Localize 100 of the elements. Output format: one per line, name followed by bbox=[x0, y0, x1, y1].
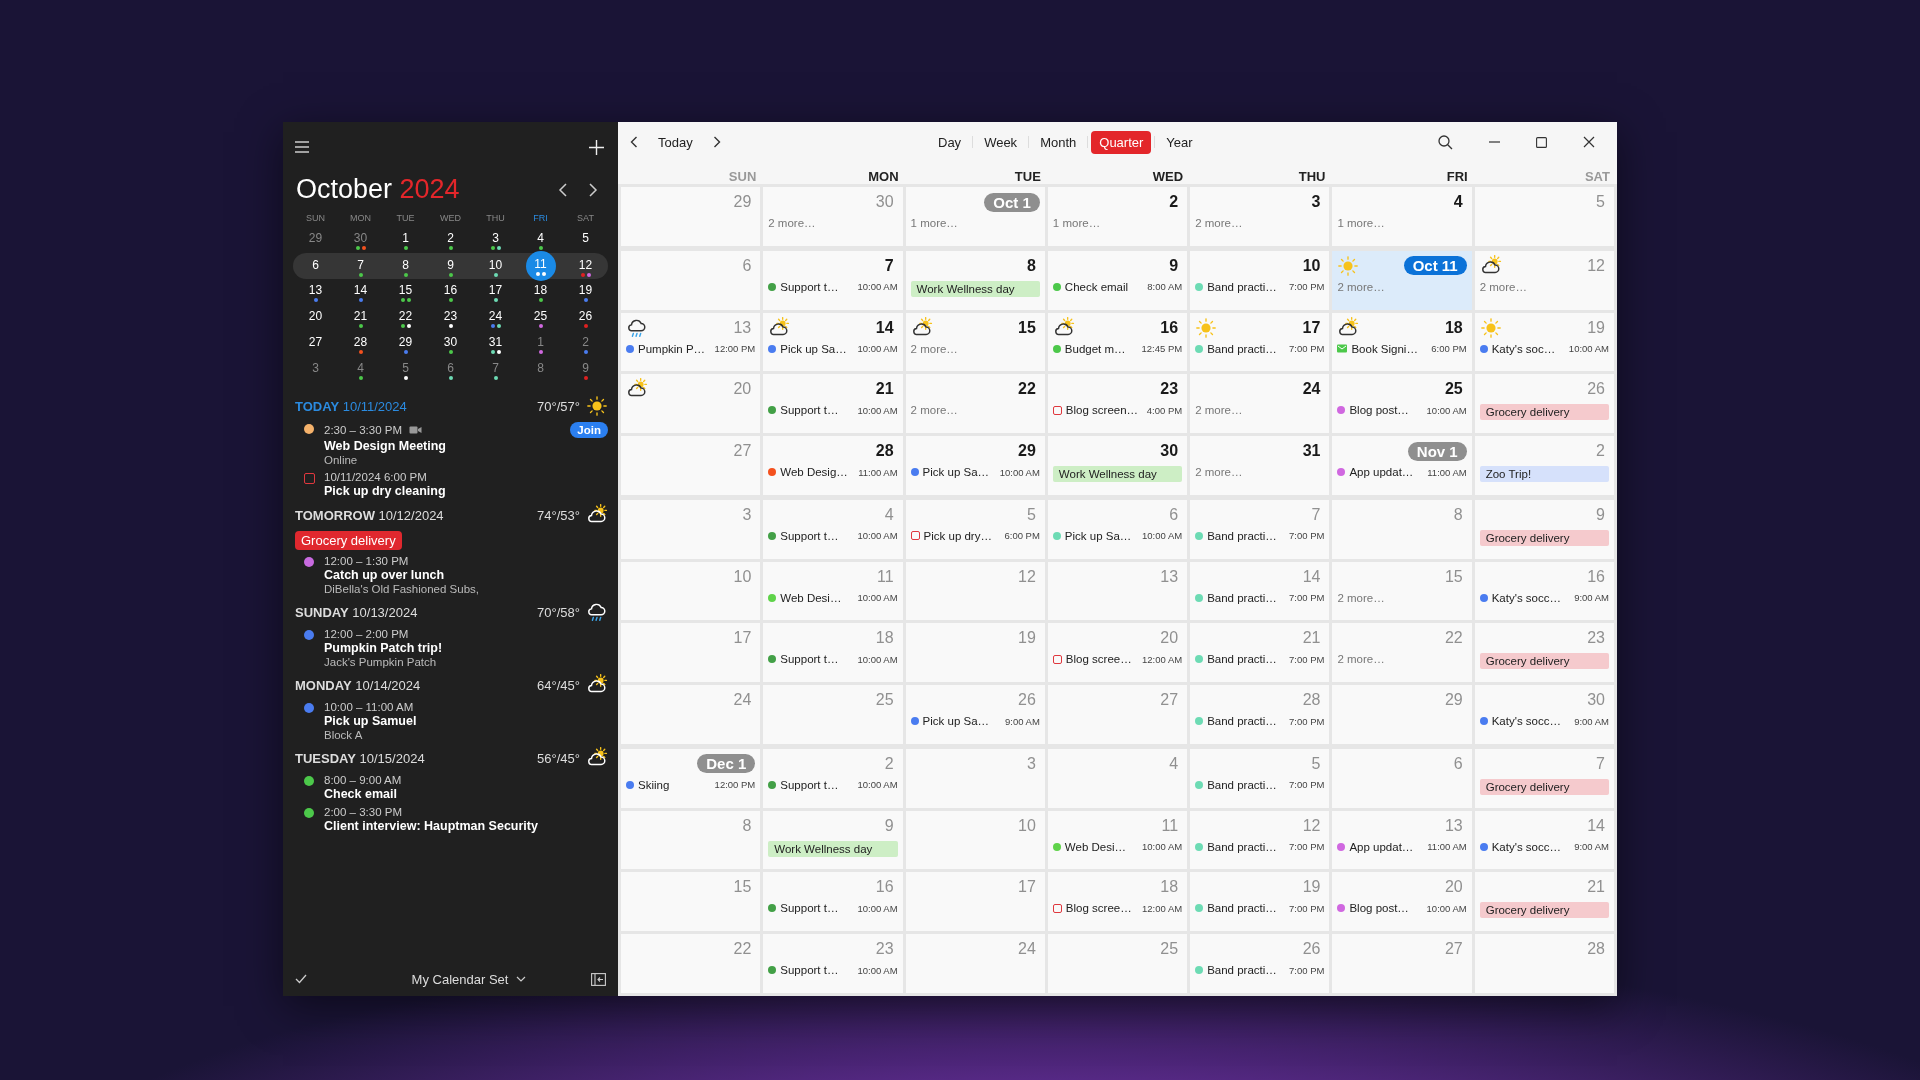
day-cell[interactable]: 2 1 more… bbox=[1047, 187, 1188, 246]
add-icon[interactable] bbox=[589, 139, 604, 155]
event-title[interactable]: Pick up dry cleaning bbox=[324, 484, 608, 498]
day-cell[interactable]: 7 Band practi… 7:00 PM bbox=[1190, 499, 1330, 559]
day-cell[interactable]: 9 Check email 8:00 AM bbox=[1047, 250, 1188, 310]
event-item[interactable]: Band practi… 7:00 PM bbox=[1195, 653, 1325, 666]
mini-calendar-day[interactable]: 5 bbox=[390, 357, 421, 383]
event-item[interactable]: Pick up Sa… 9:00 AM bbox=[910, 715, 1040, 728]
day-cell[interactable]: 21 Support t… 10:00 AM bbox=[763, 374, 903, 434]
mini-calendar-day[interactable]: 10 bbox=[480, 254, 511, 280]
mini-calendar-day[interactable]: 29 bbox=[300, 227, 331, 253]
chevron-right-icon[interactable] bbox=[712, 136, 721, 148]
day-cell[interactable]: 5 Pick up dry… 6:00 PM bbox=[905, 499, 1045, 559]
all-day-event[interactable]: Work Wellness day bbox=[910, 280, 1040, 297]
day-cell[interactable]: 12 2 more… bbox=[1474, 250, 1614, 310]
event-item[interactable]: Support t… 10:00 AM bbox=[768, 529, 898, 542]
day-cell[interactable]: 8 Work Wellness day bbox=[905, 250, 1045, 310]
day-cell[interactable]: Nov 1 App updat… 11:00 AM bbox=[1332, 436, 1472, 495]
day-cell[interactable]: 4 1 more… bbox=[1332, 187, 1472, 246]
event-item[interactable]: Pick up Sa… 10:00 AM bbox=[768, 342, 898, 355]
day-cell[interactable]: Oct 11 2 more… bbox=[1332, 250, 1472, 310]
mini-calendar-day[interactable]: 11 bbox=[525, 251, 556, 281]
mini-calendar-day[interactable]: 3 bbox=[480, 227, 511, 253]
mini-calendar-day[interactable]: 30 bbox=[435, 331, 466, 357]
view-tab[interactable]: Quarter bbox=[1091, 130, 1152, 154]
event-title[interactable]: Check email bbox=[324, 787, 608, 801]
day-cell[interactable]: 23 Blog screen… 4:00 PM bbox=[1047, 374, 1188, 434]
event-item[interactable]: Blog scree… 12:00 AM bbox=[1052, 902, 1183, 915]
all-day-event[interactable]: Grocery delivery bbox=[1479, 902, 1609, 919]
mini-calendar-day[interactable]: 3 bbox=[300, 357, 331, 383]
mini-calendar-day[interactable]: 26 bbox=[570, 305, 601, 331]
mini-calendar-day[interactable]: 31 bbox=[480, 331, 511, 357]
event-item[interactable]: Band practi… 7:00 PM bbox=[1195, 280, 1325, 293]
mini-calendar-day[interactable]: 28 bbox=[345, 331, 376, 357]
mini-calendar-day[interactable]: 29 bbox=[390, 331, 421, 357]
day-cell[interactable]: 18 Blog scree… 12:00 AM bbox=[1047, 872, 1188, 932]
day-cell[interactable]: 18 Book Signi… 6:00 PM bbox=[1332, 312, 1472, 372]
day-cell[interactable]: 16 Support t… 10:00 AM bbox=[763, 872, 903, 932]
day-cell[interactable]: 15 2 more… bbox=[905, 312, 1045, 372]
day-cell[interactable]: 21 Band practi… 7:00 PM bbox=[1190, 623, 1330, 683]
mini-calendar-day[interactable]: 14 bbox=[345, 279, 376, 305]
mini-calendar-day[interactable]: 22 bbox=[390, 305, 421, 331]
event-item[interactable]: Band practi… 7:00 PM bbox=[1195, 778, 1325, 791]
day-cell[interactable]: 16 Budget m… 12:45 PM bbox=[1047, 312, 1188, 372]
more-events-link[interactable]: 2 more… bbox=[1195, 217, 1325, 229]
mini-calendar-day[interactable]: 30 bbox=[345, 227, 376, 253]
day-cell[interactable]: 11 Web Desi… 10:00 AM bbox=[1047, 810, 1188, 870]
day-cell[interactable]: 20 Blog post… 10:00 AM bbox=[1332, 872, 1472, 932]
event-title[interactable]: Web Design Meeting bbox=[324, 439, 608, 453]
all-day-event[interactable]: Zoo Trip! bbox=[1479, 466, 1609, 483]
mini-calendar-day[interactable]: 18 bbox=[525, 279, 556, 305]
day-cell[interactable]: 12 Band practi… 7:00 PM bbox=[1190, 810, 1330, 870]
event-item[interactable]: Band practi… 7:00 PM bbox=[1195, 840, 1325, 853]
chevron-left-icon[interactable] bbox=[630, 136, 638, 148]
checkmark-icon[interactable] bbox=[295, 974, 307, 984]
event-item[interactable]: Support t… 10:00 AM bbox=[768, 964, 898, 977]
mini-calendar-day[interactable]: 9 bbox=[570, 357, 601, 383]
event-item[interactable]: Support t… 10:00 AM bbox=[768, 778, 898, 791]
mini-calendar-day[interactable]: 7 bbox=[345, 254, 376, 280]
mini-calendar-day[interactable]: 2 bbox=[435, 227, 466, 253]
event-item[interactable]: Band practi… 7:00 PM bbox=[1195, 342, 1325, 355]
event-item[interactable]: Web Desig… 11:00 AM bbox=[768, 466, 898, 479]
mini-calendar-day[interactable]: 19 bbox=[570, 279, 601, 305]
event-item[interactable]: Budget m… 12:45 PM bbox=[1052, 342, 1183, 355]
event-item[interactable]: Web Desi… 10:00 AM bbox=[768, 591, 898, 604]
more-events-link[interactable]: 2 more… bbox=[1479, 280, 1609, 293]
day-cell[interactable]: 14 Pick up Sa… 10:00 AM bbox=[763, 312, 903, 372]
event-item[interactable]: Pick up Sa… 10:00 AM bbox=[1052, 529, 1183, 542]
day-cell[interactable]: 7 Grocery delivery bbox=[1474, 748, 1614, 808]
day-cell[interactable]: 10 Band practi… 7:00 PM bbox=[1190, 250, 1330, 310]
day-cell[interactable]: 3 2 more… bbox=[1190, 187, 1330, 246]
maximize-icon[interactable] bbox=[1536, 136, 1547, 148]
all-day-event[interactable]: Grocery delivery bbox=[1479, 529, 1609, 546]
event-item[interactable]: Blog post… 10:00 AM bbox=[1337, 404, 1467, 417]
event-item[interactable]: Blog post… 10:00 AM bbox=[1337, 902, 1467, 915]
day-cell[interactable]: 28 Band practi… 7:00 PM bbox=[1190, 685, 1330, 744]
event-item[interactable]: App updat… 11:00 AM bbox=[1337, 466, 1467, 479]
mini-calendar-day[interactable]: 17 bbox=[480, 279, 511, 305]
day-cell[interactable]: 4 Support t… 10:00 AM bbox=[763, 499, 903, 559]
day-cell[interactable]: 22 2 more… bbox=[905, 374, 1045, 434]
all-day-event[interactable]: Work Wellness day bbox=[1052, 466, 1183, 483]
task-checkbox[interactable] bbox=[304, 473, 315, 484]
event-item[interactable]: Pick up Sa… 10:00 AM bbox=[910, 466, 1040, 479]
mini-calendar-day[interactable]: 23 bbox=[435, 305, 466, 331]
all-day-event[interactable]: Grocery delivery bbox=[1479, 404, 1609, 421]
day-cell[interactable]: 14 Katy's socc… 9:00 AM bbox=[1474, 810, 1614, 870]
more-events-link[interactable]: 2 more… bbox=[1195, 466, 1325, 479]
event-item[interactable]: Support t… 10:00 AM bbox=[768, 280, 898, 293]
event-item[interactable]: Band practi… 7:00 PM bbox=[1195, 902, 1325, 915]
day-cell[interactable]: 9 Grocery delivery bbox=[1474, 499, 1614, 559]
mini-calendar-day[interactable]: 25 bbox=[525, 305, 556, 331]
more-events-link[interactable]: 1 more… bbox=[910, 217, 1040, 229]
day-cell[interactable]: 31 2 more… bbox=[1190, 436, 1330, 495]
event-title[interactable]: Client interview: Hauptman Security bbox=[324, 819, 608, 833]
all-day-event[interactable]: Grocery delivery bbox=[1479, 653, 1609, 670]
day-cell[interactable]: 13 Pumpkin P… 12:00 PM bbox=[621, 312, 761, 372]
event-item[interactable]: Blog scree… 12:00 AM bbox=[1052, 653, 1183, 666]
day-cell[interactable]: 18 Support t… 10:00 AM bbox=[763, 623, 903, 683]
mini-calendar-day[interactable]: 15 bbox=[390, 279, 421, 305]
day-cell[interactable]: 7 Support t… 10:00 AM bbox=[763, 250, 903, 310]
